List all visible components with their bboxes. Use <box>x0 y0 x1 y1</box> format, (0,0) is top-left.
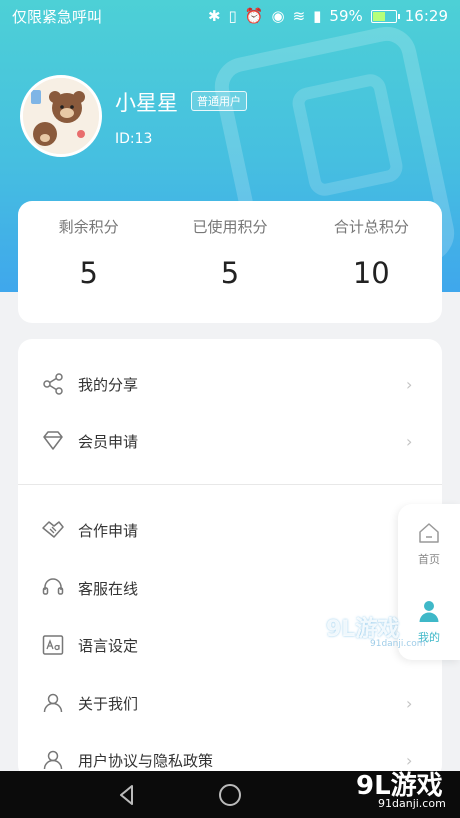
alarm-icon: ⏰ <box>244 7 264 25</box>
handshake-icon <box>42 521 64 538</box>
user-id: ID:13 <box>115 131 153 147</box>
menu-item-label: 会员申请 <box>78 432 139 451</box>
chevron-right-icon: › <box>406 693 413 713</box>
menu-item-label: 合作申请 <box>78 521 139 540</box>
side-navigation: 首页 我的 <box>398 504 460 660</box>
menu-item-label: 客服在线 <box>78 579 139 598</box>
points-card: 剩余积分 5 已使用积分 5 合计总积分 10 <box>18 201 442 323</box>
menu-item-share[interactable]: 我的分享 › <box>18 356 442 412</box>
chevron-right-icon: › <box>406 431 413 451</box>
bluetooth-icon: ✱ <box>207 7 221 25</box>
battery-percent: 59% <box>329 7 363 25</box>
person-icon <box>43 693 63 713</box>
bear-avatar-icon <box>23 78 99 154</box>
clock: 16:29 <box>404 7 448 25</box>
menu-divider <box>18 484 442 485</box>
share-icon <box>43 373 63 395</box>
points-label: 合计总积分 <box>333 218 409 236</box>
vibrate-icon: ▯ <box>228 7 237 25</box>
watermark-site-bottom: 91danji.com <box>378 797 446 810</box>
language-icon <box>42 635 64 655</box>
battery-icon <box>370 9 400 23</box>
points-label: 剩余积分 <box>58 218 119 236</box>
points-value: 5 <box>79 256 98 290</box>
menu-item-support[interactable]: 客服在线 › <box>18 560 442 616</box>
points-label: 已使用积分 <box>192 218 268 236</box>
eye-icon: ◉ <box>271 7 285 25</box>
chevron-right-icon: › <box>406 374 413 394</box>
points-used[interactable]: 已使用积分 5 <box>159 201 300 323</box>
points-value: 5 <box>220 256 240 290</box>
person-icon <box>43 750 63 770</box>
menu-item-label: 我的分享 <box>78 375 139 394</box>
nav-label: 首页 <box>418 553 440 566</box>
username: 小星星 <box>115 91 178 115</box>
points-total[interactable]: 合计总积分 10 <box>301 201 442 323</box>
status-bar: 仅限紧急呼叫 ✱ ▯ ⏰ ◉ ≋ ▮ 59% 16:29 <box>0 0 460 32</box>
points-value: 10 <box>352 256 390 290</box>
watermark-site: 91danji.com <box>370 639 426 649</box>
carrier-text: 仅限紧急呼叫 <box>12 7 103 26</box>
user-level-badge: 普通用户 <box>191 91 247 111</box>
menu-item-label: 关于我们 <box>78 694 139 713</box>
home-circle-icon[interactable] <box>218 783 242 807</box>
points-remaining[interactable]: 剩余积分 5 <box>18 201 159 323</box>
sim-icon: ▮ <box>313 7 322 25</box>
headset-icon <box>42 578 64 595</box>
menu-item-membership[interactable]: 会员申请 › <box>18 413 442 469</box>
diamond-icon <box>43 431 63 450</box>
user-icon <box>419 601 439 622</box>
menu-item-about[interactable]: 关于我们 › <box>18 675 442 731</box>
nav-mine[interactable]: 我的 <box>398 598 460 645</box>
wifi-icon: ≋ <box>292 7 306 25</box>
menu-card: 我的分享 › 会员申请 › 合作申请 › 客服在线 › 语言设 <box>18 339 442 779</box>
avatar[interactable] <box>20 75 102 157</box>
menu-item-cooperation[interactable]: 合作申请 › <box>18 502 442 558</box>
home-icon <box>419 523 439 543</box>
back-icon[interactable] <box>115 783 139 807</box>
nav-home[interactable]: 首页 <box>398 520 460 567</box>
